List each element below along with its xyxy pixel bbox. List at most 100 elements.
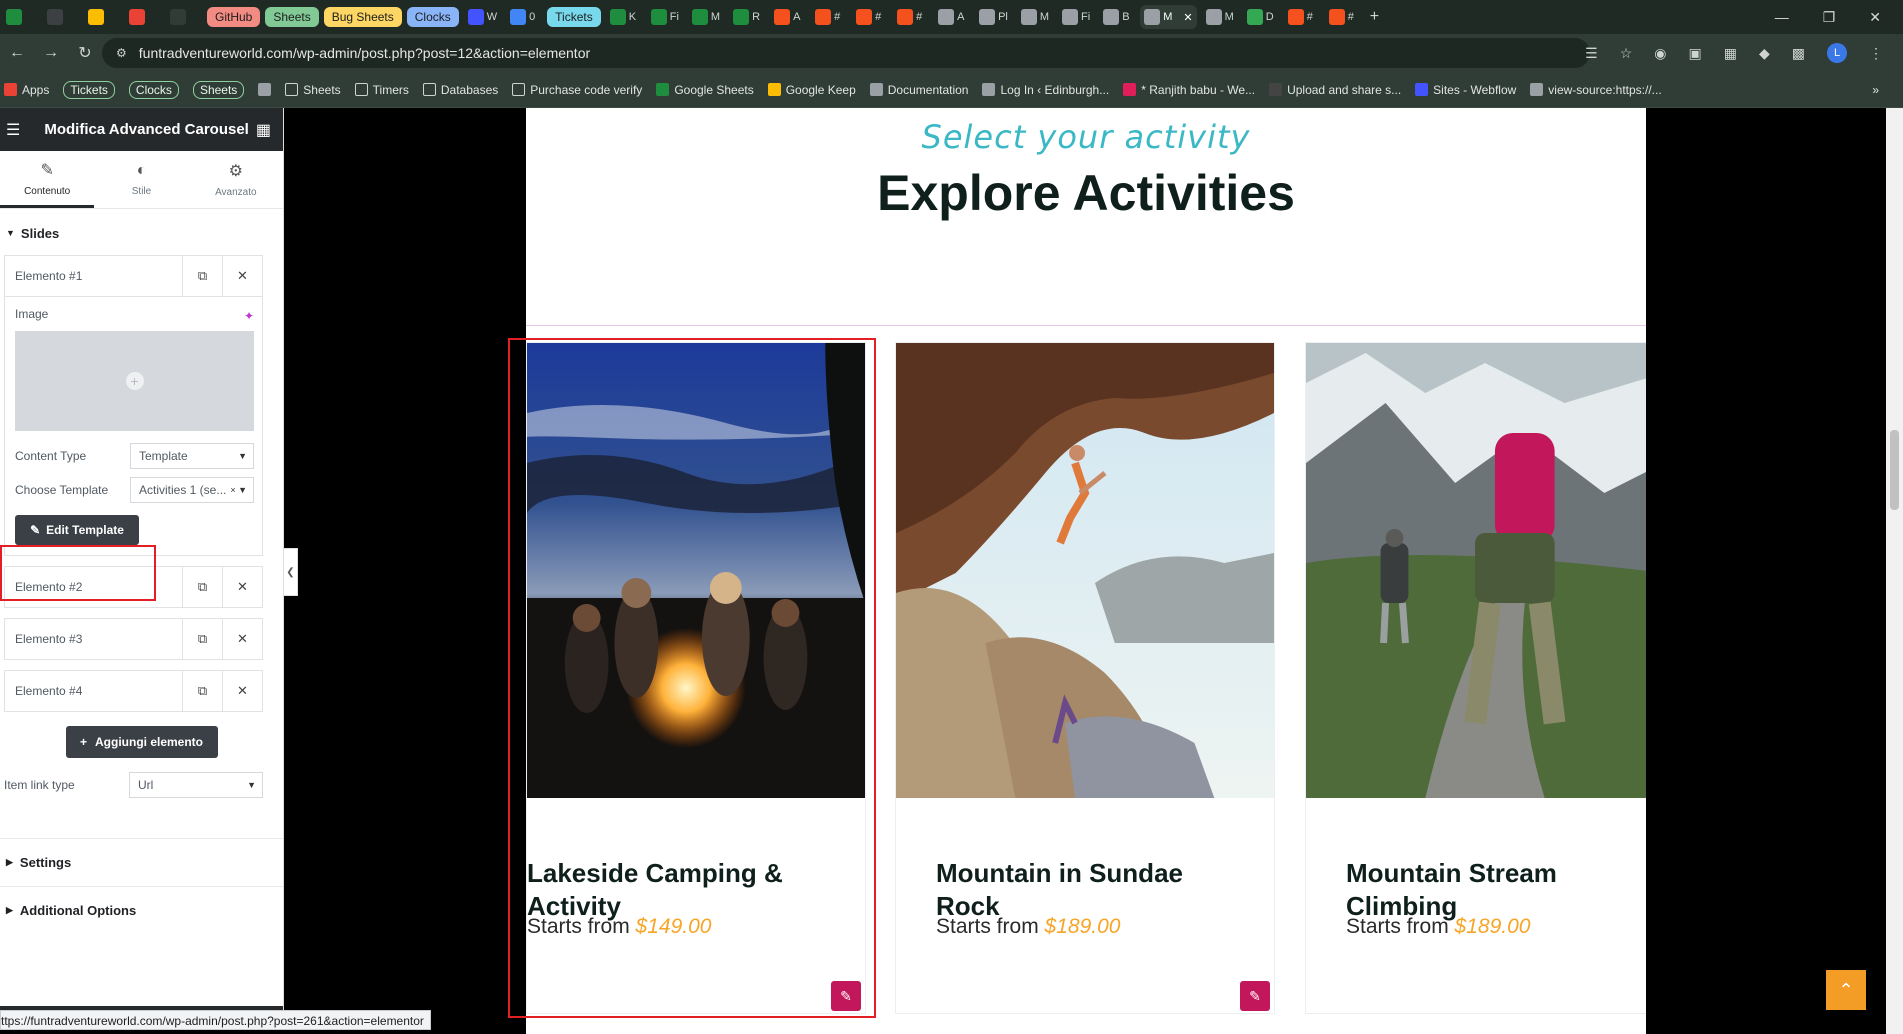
repeater-item-title[interactable]: Elemento #1 (5, 269, 182, 283)
browser-tab[interactable]: B (1099, 5, 1135, 29)
browser-tab[interactable]: M (1017, 5, 1053, 29)
duplicate-icon[interactable]: ⧉ (182, 256, 222, 296)
remove-icon[interactable]: ✕ (222, 619, 262, 659)
section-slides-toggle[interactable]: ▼ Slides (0, 209, 283, 257)
back-icon[interactable]: ← (0, 44, 34, 62)
browser-tab[interactable]: # (1284, 5, 1320, 29)
scroll-to-top-button[interactable]: ⌃ (1826, 970, 1866, 1010)
section-additional-options-toggle[interactable]: ▶ Additional Options (0, 886, 283, 934)
activity-card-3[interactable]: Mountain Stream Climbing Starts from $18… (1305, 342, 1646, 1014)
item-link-type-select[interactable]: Url ▼ (129, 772, 263, 798)
tab-group-bug-sheets[interactable]: Bug Sheets (323, 5, 402, 29)
bookmark-databases[interactable]: Databases (422, 83, 498, 97)
bookmark-timers[interactable]: Timers (354, 83, 409, 97)
browser-tab[interactable]: # (852, 5, 888, 29)
browser-tab[interactable]: D (1243, 5, 1279, 29)
content-type-select[interactable]: Template ▼ (130, 443, 254, 469)
restore-icon[interactable]: ❐ (1823, 9, 1836, 26)
collapse-panel-handle[interactable]: ❮ (284, 548, 298, 596)
browser-tab[interactable]: # (893, 5, 929, 29)
bookmark-apps[interactable]: Apps (4, 83, 49, 97)
puzzle-icon[interactable]: ▩ (1792, 45, 1805, 62)
image-picker[interactable]: + (15, 331, 254, 431)
new-tab-button[interactable]: + (1366, 5, 1402, 29)
bookmark-google-sheets[interactable]: Google Sheets (656, 83, 754, 97)
bookmark-purchase-code-verify[interactable]: Purchase code verify (512, 83, 642, 97)
forward-icon[interactable]: → (34, 44, 68, 62)
tab-contenuto[interactable]: ✎ Contenuto (0, 151, 95, 208)
browser-tab[interactable]: M (688, 5, 724, 29)
remove-icon[interactable]: ✕ (222, 671, 262, 711)
tab-group-github[interactable]: GitHub (207, 5, 261, 29)
close-window-icon[interactable]: ✕ (1869, 9, 1881, 26)
ai-sparkle-icon[interactable]: ✦ (244, 309, 254, 323)
bookmark-google-keep[interactable]: Google Keep (767, 83, 856, 97)
edit-template-button[interactable]: ✎ Edit Template (15, 515, 139, 545)
browser-tab[interactable]: K (606, 5, 642, 29)
close-tab-icon[interactable]: ✕ (1183, 11, 1192, 24)
section-settings-toggle[interactable]: ▶ Settings (0, 838, 283, 886)
bookmark-grid[interactable] (258, 83, 272, 96)
camera-icon[interactable]: ▣ (1689, 45, 1702, 62)
choose-template-select[interactable]: Activities 1 (se... × ▼ (130, 477, 254, 503)
bookmark-documentation[interactable]: Documentation (869, 83, 968, 97)
bookmark-star-icon[interactable]: ☆ (1620, 45, 1633, 62)
tab-group-sheets[interactable]: Sheets (265, 5, 319, 29)
duplicate-icon[interactable]: ⧉ (182, 671, 222, 711)
browser-tab[interactable]: 0 (506, 5, 542, 29)
tab-group-tickets[interactable]: Tickets (547, 5, 601, 29)
edit-template-pencil-icon[interactable]: ✎ (1240, 981, 1270, 1011)
bookmark-sites-webflow[interactable]: Sites - Webflow (1415, 83, 1516, 97)
hamburger-menu-icon[interactable]: ☰ (6, 120, 20, 140)
widgets-grid-icon[interactable]: ▦ (256, 120, 271, 140)
bookmark-log-in-edinburgh[interactable]: Log In ‹ Edinburgh... (982, 83, 1109, 97)
browser-tab[interactable]: M (1202, 5, 1238, 29)
tab-stile[interactable]: ◐ Stile (94, 151, 188, 208)
repeater-item-title[interactable]: Elemento #4 (5, 684, 182, 698)
reload-icon[interactable]: ↻ (68, 43, 102, 63)
bookmark-ranjith-babu-we[interactable]: * Ranjith babu - We... (1123, 83, 1255, 97)
bookmark-tickets[interactable]: Tickets (63, 80, 115, 99)
tab-group-clocks[interactable]: Clocks (406, 5, 459, 29)
activity-card-1[interactable]: Lakeside Camping & Activity Starts from … (526, 342, 866, 1014)
edit-template-pencil-icon[interactable]: ✎ (831, 981, 861, 1011)
tab-avanzato[interactable]: ⚙ Avanzato (189, 151, 283, 208)
minimize-icon[interactable]: — (1775, 9, 1789, 25)
browser-tab[interactable]: Fi (647, 5, 683, 29)
bookmark-clocks[interactable]: Clocks (128, 80, 179, 99)
translate-icon[interactable]: ☰ (1585, 45, 1598, 62)
card-title[interactable]: Mountain in Sundae Rock (936, 857, 1216, 923)
bookmark-upload-and-share-s[interactable]: Upload and share s... (1269, 83, 1401, 97)
extension-icon[interactable]: ◉ (1654, 45, 1666, 62)
card-title[interactable]: Lakeside Camping & Activity (527, 857, 827, 923)
bookmark-sheets[interactable]: Sheets (192, 80, 245, 99)
clear-chevron-icon[interactable]: × ▼ (230, 485, 247, 495)
browser-tab[interactable]: # (811, 5, 847, 29)
duplicate-icon[interactable]: ⧉ (182, 567, 222, 607)
activity-card-2[interactable]: Mountain in Sundae Rock Starts from $189… (895, 342, 1275, 1014)
browser-tab[interactable]: Fi (1058, 5, 1094, 29)
browser-tab[interactable]: A (770, 5, 806, 29)
scrollbar-thumb[interactable] (1890, 430, 1899, 510)
browser-tab[interactable] (2, 5, 38, 29)
browser-tab[interactable]: R (729, 5, 765, 29)
card-title[interactable]: Mountain Stream Climbing (1346, 857, 1646, 923)
browser-tab[interactable]: M ✕ (1140, 5, 1197, 29)
site-info-icon[interactable]: ⚙ (116, 46, 127, 60)
browser-tab[interactable] (43, 5, 79, 29)
browser-tab[interactable] (166, 5, 202, 29)
bookmark-view-source-https[interactable]: view-source:https://... (1530, 83, 1662, 97)
browser-tab[interactable]: A (934, 5, 970, 29)
translate-extension-icon[interactable]: ▦ (1724, 45, 1737, 62)
add-item-button[interactable]: + Aggiungi elemento (65, 726, 218, 758)
add-media-icon[interactable]: + (125, 372, 144, 390)
browser-tab[interactable] (84, 5, 120, 29)
browser-tab[interactable]: W (464, 5, 501, 29)
repeater-item-title[interactable]: Elemento #2 (5, 580, 182, 594)
duplicate-icon[interactable]: ⧉ (182, 619, 222, 659)
bookmark-sheets[interactable]: Sheets (285, 83, 341, 97)
page-scrollbar[interactable] (1886, 108, 1903, 1034)
more-bookmarks-icon[interactable]: » (1872, 83, 1879, 97)
browser-tab[interactable] (125, 5, 161, 29)
browser-tab[interactable]: Pl (975, 5, 1012, 29)
